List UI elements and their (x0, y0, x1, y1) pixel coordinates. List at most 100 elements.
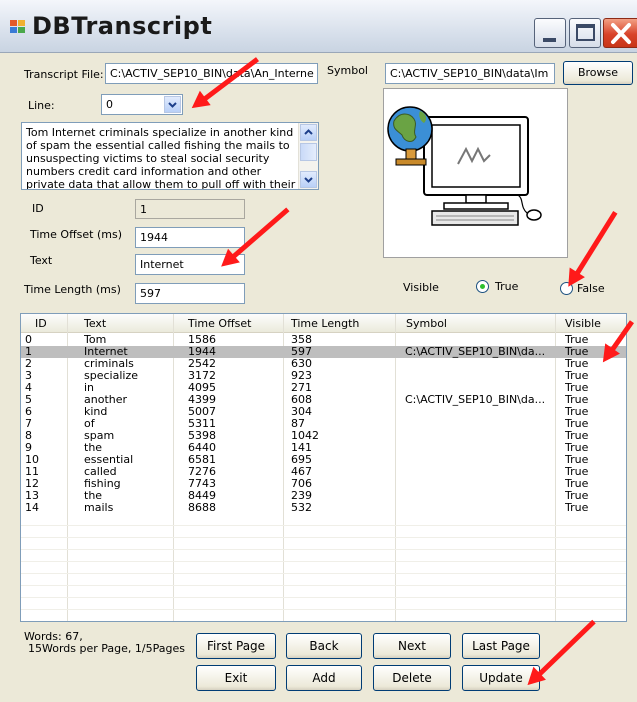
table-row[interactable]: 5 another 4399 608 C:\ACTIV_SEP10_BIN\da... T… (21, 394, 626, 406)
time-offset-field[interactable]: 1944 (135, 227, 245, 248)
table-cell: 608 (291, 394, 312, 406)
table-cell: 3172 (188, 370, 216, 382)
table-row[interactable]: 2 criminals 2542 630 True (21, 358, 626, 370)
table-cell: mails (84, 502, 114, 514)
time-length-field[interactable]: 597 (135, 283, 245, 304)
table-cell: 4399 (188, 394, 216, 406)
minimize-icon (543, 38, 556, 42)
visible-false-label: False (577, 282, 605, 295)
table-cell: the (84, 490, 103, 502)
last-page-button[interactable]: Last Page (462, 633, 540, 659)
table-cell: C:\ACTIV_SEP10_BIN\da... (405, 346, 546, 358)
table-cell: 5398 (188, 430, 216, 442)
symbol-preview (383, 88, 568, 258)
column-header-time-offset[interactable]: Time Offset (188, 317, 251, 330)
column-header-id[interactable]: ID (35, 317, 47, 330)
grid-empty-row-line (21, 525, 626, 526)
column-header-time-length[interactable]: Time Length (291, 317, 359, 330)
column-header-text[interactable]: Text (84, 317, 106, 330)
transcript-grid[interactable]: ID Text Time Offset Time Length Symbol V… (20, 313, 627, 622)
table-cell: 7276 (188, 466, 216, 478)
close-icon (611, 23, 631, 44)
next-button[interactable]: Next (373, 633, 451, 659)
table-row[interactable]: 9 the 6440 141 True (21, 442, 626, 454)
grid-empty-row-line (21, 537, 626, 538)
visible-true-label: True (495, 280, 519, 293)
table-cell: 8449 (188, 490, 216, 502)
table-cell: True (565, 454, 589, 466)
maximize-button[interactable] (569, 18, 601, 48)
line-label: Line: (28, 99, 55, 112)
combo-dropdown-button[interactable] (164, 96, 181, 113)
table-row[interactable]: 4 in 4095 271 True (21, 382, 626, 394)
table-cell: True (565, 442, 589, 454)
table-cell: True (565, 406, 589, 418)
add-button[interactable]: Add (286, 665, 362, 691)
table-cell: 1042 (291, 430, 319, 442)
transcript-text-area[interactable]: Tom Internet criminals specialize in ano… (21, 122, 319, 190)
table-row[interactable]: 1 Internet 1944 597 C:\ACTIV_SEP10_BIN\da...… (21, 346, 626, 358)
table-row[interactable]: 8 spam 5398 1042 True (21, 430, 626, 442)
delete-button[interactable]: Delete (373, 665, 451, 691)
minimize-button[interactable] (534, 18, 566, 48)
table-cell: 3 (25, 370, 32, 382)
table-row[interactable]: 11 called 7276 467 True (21, 466, 626, 478)
table-cell: 14 (25, 502, 39, 514)
scroll-up-button[interactable] (300, 124, 317, 141)
table-cell: 630 (291, 358, 312, 370)
text-label: Text (30, 254, 53, 267)
visible-true-radio[interactable] (476, 280, 489, 293)
transcript-file-field[interactable]: C:\ACTIV_SEP10_BIN\data\An_Interne (105, 63, 318, 84)
pagination-info: 15Words per Page, 1/5Pages (28, 642, 185, 655)
table-cell: 8688 (188, 502, 216, 514)
table-row[interactable]: 6 kind 5007 304 True (21, 406, 626, 418)
table-cell: 12 (25, 478, 39, 490)
table-cell: the (84, 442, 103, 454)
close-button[interactable] (603, 18, 637, 48)
table-cell: 304 (291, 406, 312, 418)
table-cell: 706 (291, 478, 312, 490)
exit-button[interactable]: Exit (196, 665, 276, 691)
column-header-visible[interactable]: Visible (565, 317, 601, 330)
table-cell: True (565, 382, 589, 394)
scroll-down-button[interactable] (300, 171, 317, 188)
table-cell: 13 (25, 490, 39, 502)
scroll-thumb[interactable] (300, 143, 317, 161)
line-combobox[interactable]: 0 (101, 94, 183, 115)
first-page-button[interactable]: First Page (196, 633, 276, 659)
browse-button[interactable]: Browse (563, 61, 633, 85)
table-cell: in (84, 382, 95, 394)
table-cell: True (565, 394, 589, 406)
grid-empty-row-line (21, 549, 626, 550)
table-cell: 10 (25, 454, 39, 466)
table-row[interactable]: 3 specialize 3172 923 True (21, 370, 626, 382)
table-cell: C:\ACTIV_SEP10_BIN\da... (405, 394, 546, 406)
table-row[interactable]: 13 the 8449 239 True (21, 490, 626, 502)
table-cell: True (565, 430, 589, 442)
table-row[interactable]: 7 of 5311 87 True (21, 418, 626, 430)
grid-empty-row-line (21, 585, 626, 586)
back-button[interactable]: Back (286, 633, 362, 659)
table-row[interactable]: 10 essential 6581 695 True (21, 454, 626, 466)
transcript-file-label: Transcript File: (24, 68, 104, 81)
table-cell: criminals (84, 358, 134, 370)
table-row[interactable]: 14 mails 8688 532 True (21, 502, 626, 514)
symbol-path-field[interactable]: C:\ACTIV_SEP10_BIN\data\Im (385, 63, 555, 84)
table-row[interactable]: 12 fishing 7743 706 True (21, 478, 626, 490)
table-cell: 1586 (188, 334, 216, 346)
table-cell: 239 (291, 490, 312, 502)
time-length-label: Time Length (ms) (24, 283, 121, 296)
column-header-symbol[interactable]: Symbol (406, 317, 447, 330)
table-cell: 532 (291, 502, 312, 514)
table-cell: 467 (291, 466, 312, 478)
title-bar[interactable]: DBTranscript (0, 0, 637, 53)
dbtranscript-window: DBTranscript Transcript File: C:\ACTIV_S… (0, 0, 637, 702)
table-cell: 9 (25, 442, 32, 454)
table-row[interactable]: 0 Tom 1586 358 True (21, 334, 626, 346)
table-cell: fishing (84, 478, 121, 490)
table-cell: kind (84, 406, 108, 418)
table-cell: called (84, 466, 117, 478)
memo-scrollbar[interactable] (298, 123, 318, 189)
id-field: 1 (135, 199, 245, 219)
chevron-down-icon (168, 102, 177, 108)
